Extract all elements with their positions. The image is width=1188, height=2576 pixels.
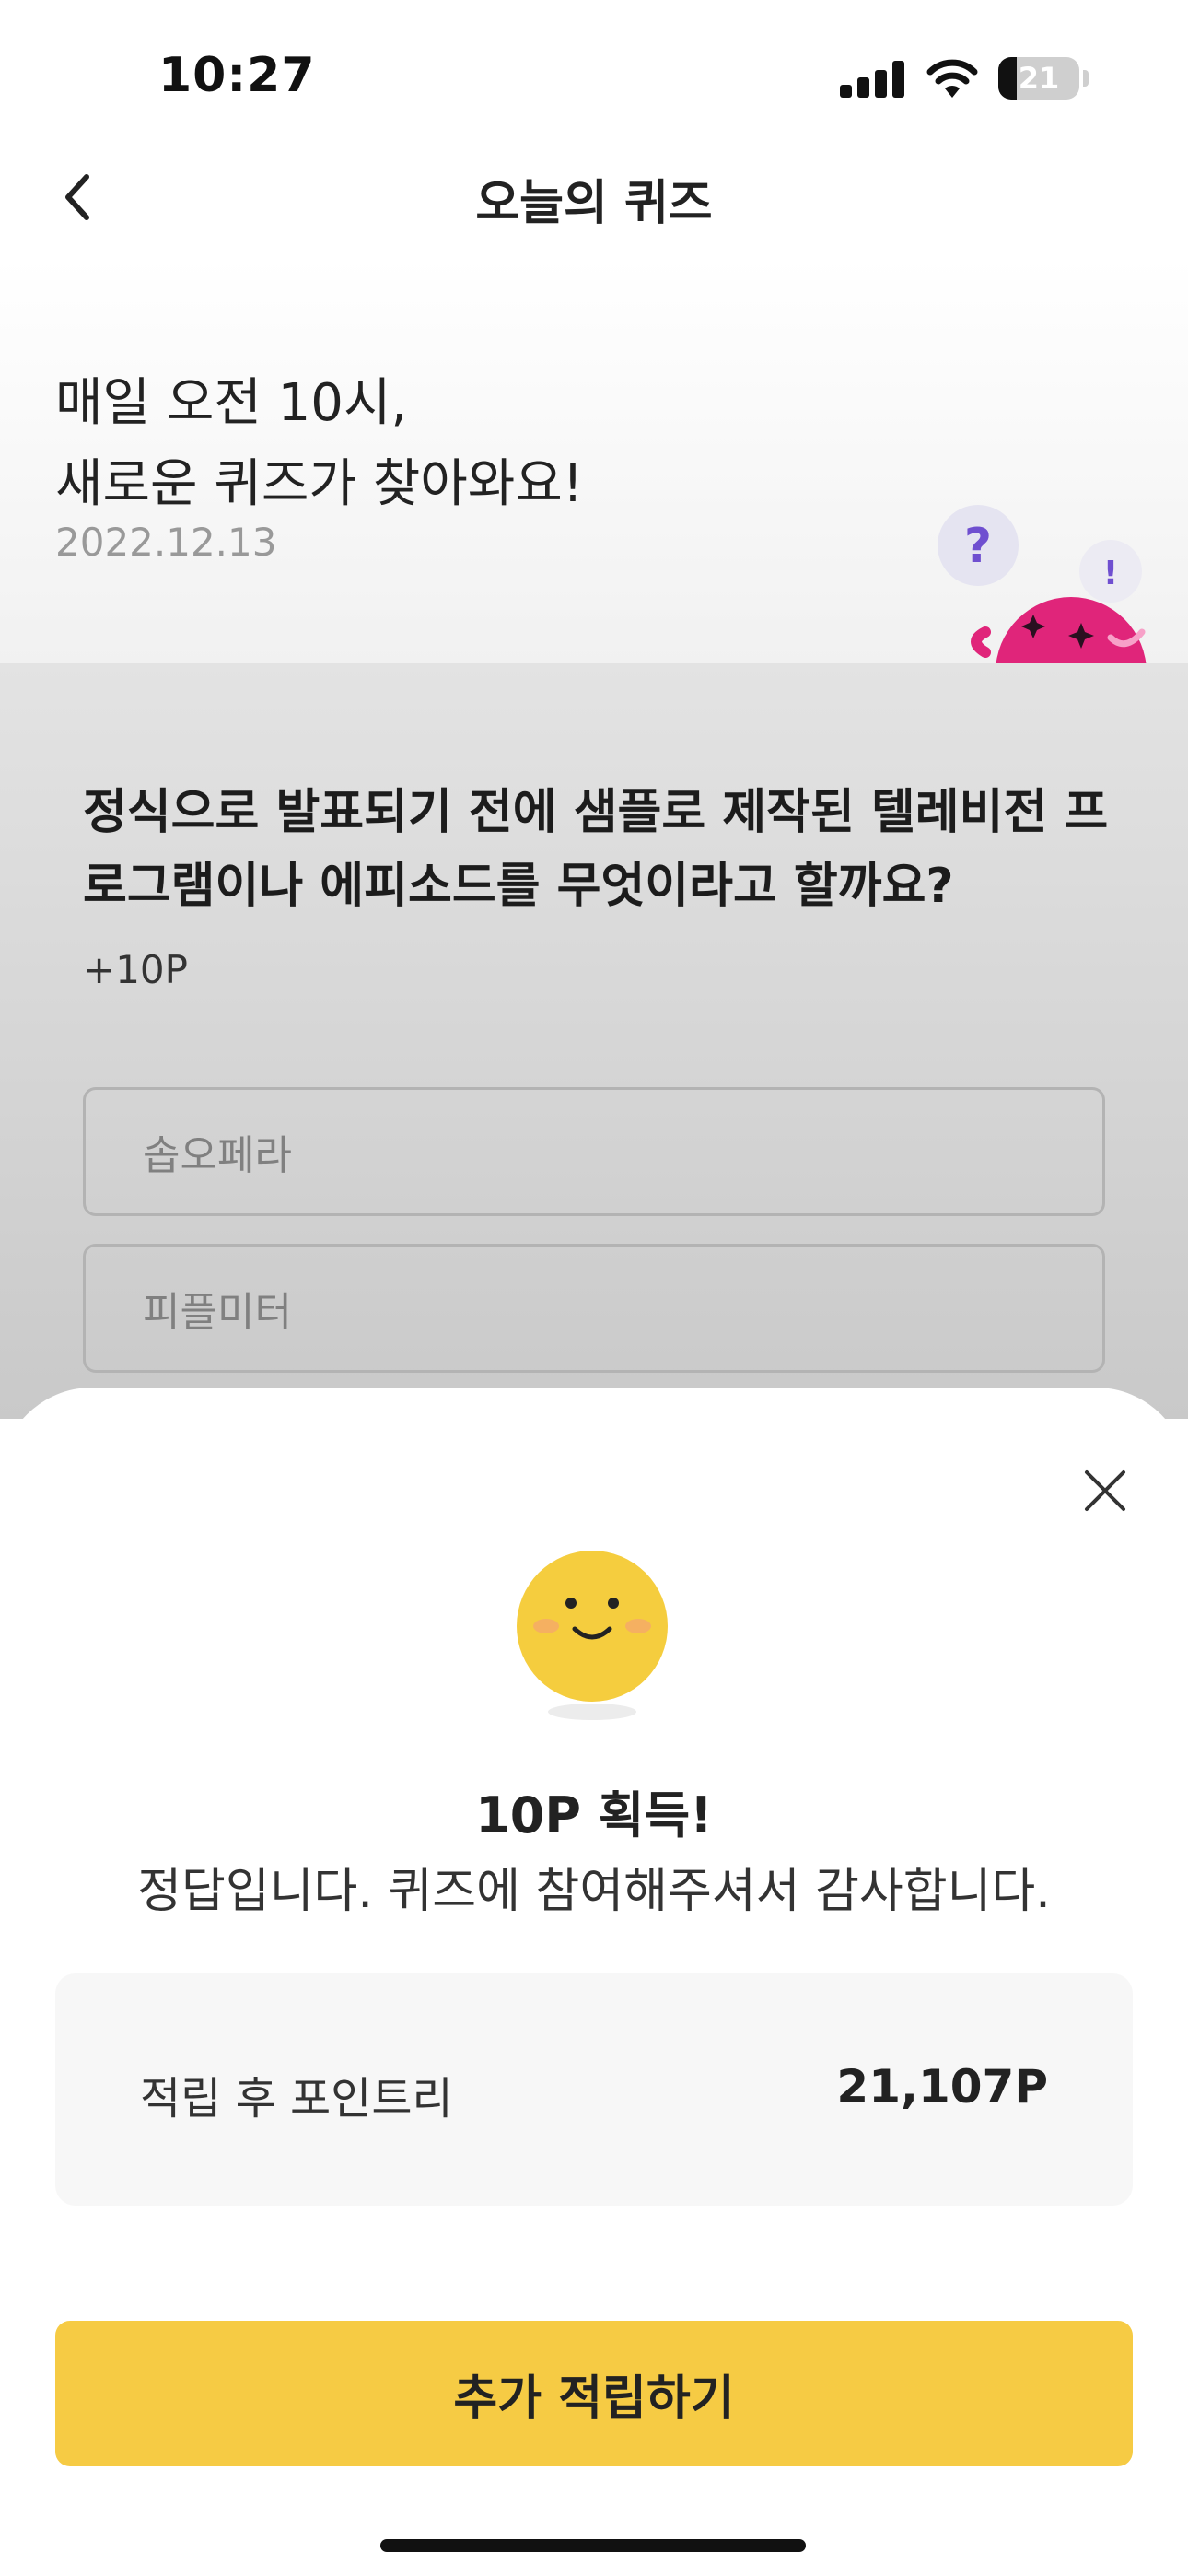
result-bottom-sheet: 10P 획득! 정답입니다. 퀴즈에 참여해주셔서 감사합니다. 적립 후 포인… [0,1388,1188,2576]
close-button[interactable] [1076,1461,1135,1520]
reward-title: 10P 획득! [475,1786,713,1844]
battery-icon: 21 [998,57,1079,100]
quiz-section: 정식으로 발표되기 전에 샘플로 제작된 텔레비전 프로그램이나 에피소드를 무… [0,663,1188,1419]
question-bubble-text: ? [964,519,992,574]
quiz-question: 정식으로 발표되기 전에 샘플로 제작된 텔레비전 프로그램이나 에피소드를 무… [83,785,1109,914]
signal-icon [840,61,906,98]
wifi-icon [926,59,978,98]
page-title: 오늘의 퀴즈 [475,176,713,231]
status-time: 10:27 [158,48,316,103]
quiz-points: +10P [83,947,188,992]
hero-headline-line2: 새로운 퀴즈가 찾아와요! [55,454,584,514]
exclaim-bubble-text: ! [1103,555,1118,592]
home-indicator [380,2539,806,2552]
points-label: 적립 후 포인트리 [140,2073,453,2125]
points-summary-box: 적립 후 포인트리 21,107P [55,1973,1133,2206]
answer-option-1[interactable]: 솝오페라 [83,1087,1105,1216]
quiz-date: 2022.12.13 [55,520,277,565]
battery-level: 21 [1018,61,1060,96]
quiz-hero: 매일 오전 10시, 새로운 퀴즈가 찾아와요! 2022.12.13 ? ! [0,258,1188,663]
battery-tip [1083,70,1089,87]
status-bar: 10:27 21 [0,0,1188,138]
close-icon [1085,1470,1125,1511]
reward-message: 정답입니다. 퀴즈에 참여해주셔서 감사합니다. [137,1864,1051,1919]
quiz-screen: 10:27 21 오늘의 퀴즈 매일 오전 10시, 새로운 퀴즈가 찾아와요!… [0,0,1188,2576]
answer-option-2[interactable]: 피플미터 [83,1244,1105,1373]
points-value: 21,107P [836,2060,1048,2113]
mascot-illustration: ? ! [938,505,1147,663]
earn-more-button[interactable]: 추가 적립하기 [55,2321,1133,2466]
nav-bar: 오늘의 퀴즈 [0,138,1188,258]
hero-headline-line1: 매일 오전 10시, [55,373,408,433]
smiley-face-icon [517,1551,668,1720]
